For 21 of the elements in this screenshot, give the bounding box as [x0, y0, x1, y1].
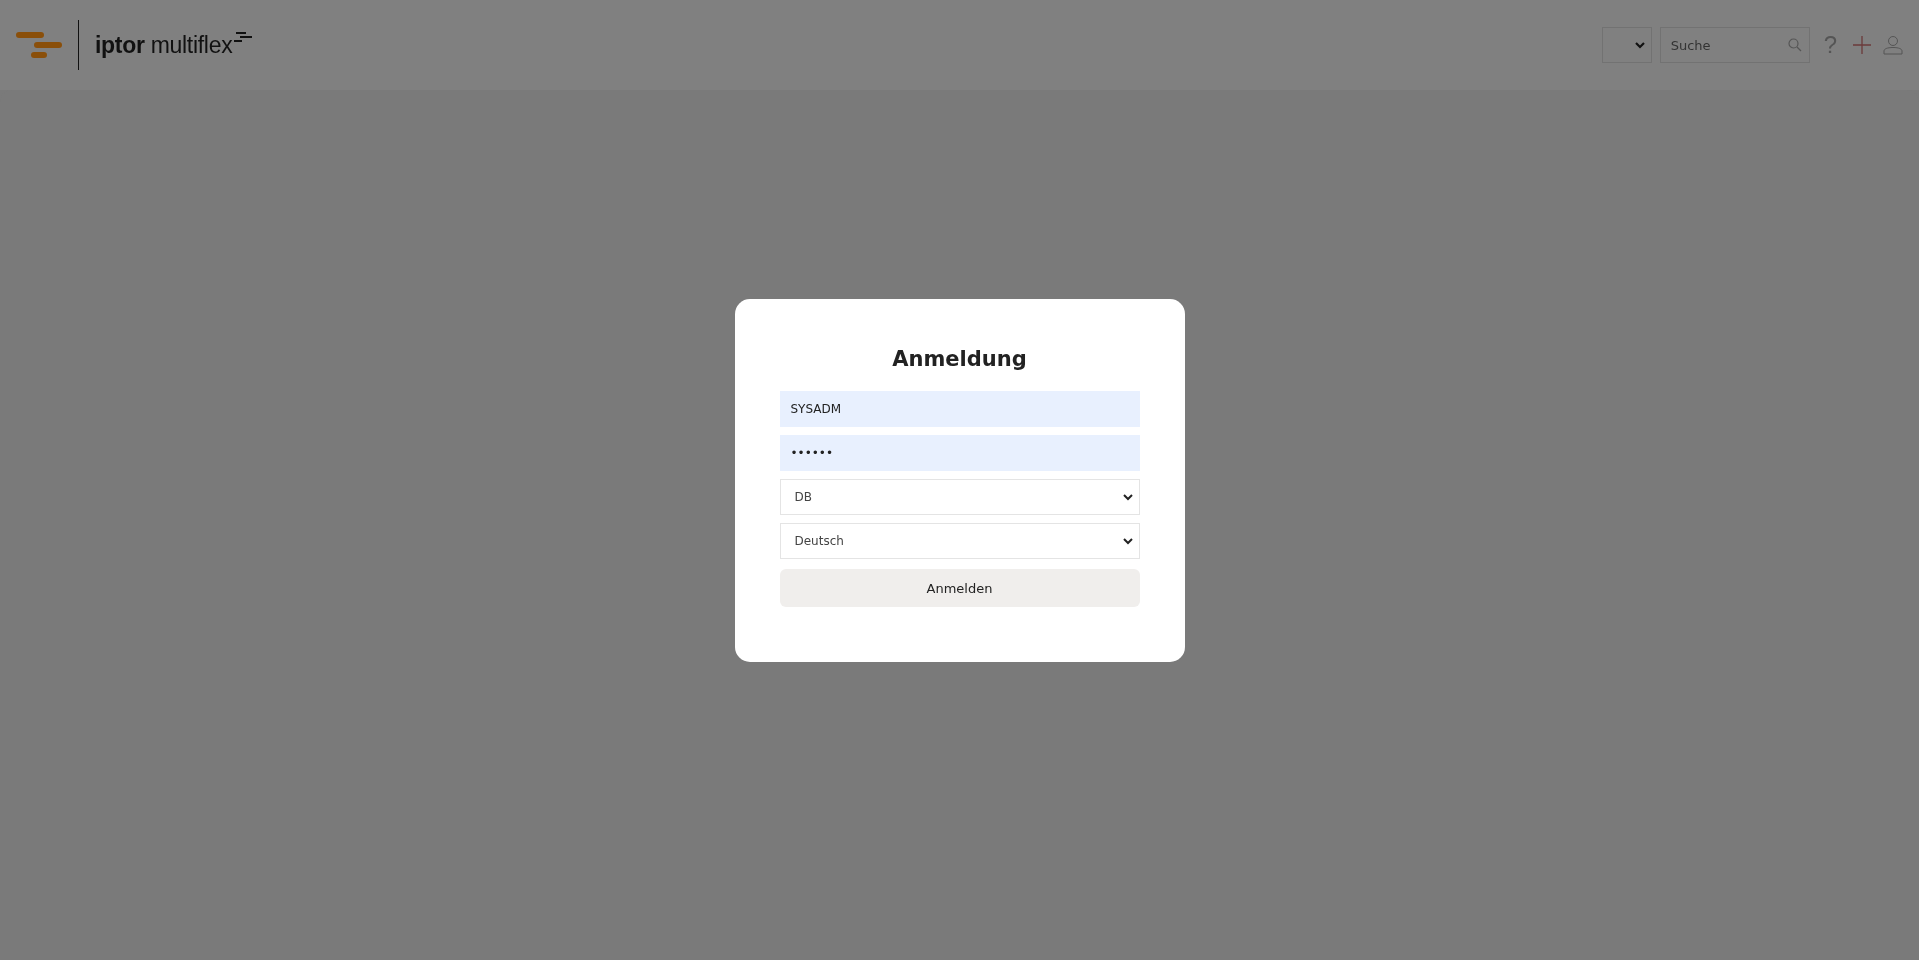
- add-button[interactable]: [1851, 34, 1873, 56]
- logo-text: iptor multiflex: [95, 31, 233, 59]
- login-button[interactable]: Anmelden: [779, 569, 1140, 607]
- user-button[interactable]: [1881, 33, 1905, 57]
- username-field[interactable]: SYSADM: [779, 391, 1140, 427]
- chevron-down-icon: [1122, 493, 1133, 501]
- logo-icon: [16, 32, 62, 58]
- password-field[interactable]: ••••••: [779, 435, 1140, 471]
- chevron-down-icon: [1634, 41, 1645, 49]
- select-value: DB: [794, 490, 812, 504]
- chevron-down-icon: [1122, 537, 1133, 545]
- language-select[interactable]: Deutsch: [779, 523, 1140, 559]
- database-select[interactable]: DB: [779, 479, 1140, 515]
- search-field[interactable]: Suche: [1659, 27, 1810, 63]
- dropdown[interactable]: [1601, 27, 1652, 63]
- select-value: Deutsch: [794, 534, 844, 548]
- search-icon: [1787, 38, 1802, 52]
- user-icon: [1883, 35, 1903, 55]
- dialog-title: Anmeldung: [892, 347, 1027, 371]
- logo-mark-icon: [234, 31, 253, 44]
- plus-icon: [1853, 36, 1871, 54]
